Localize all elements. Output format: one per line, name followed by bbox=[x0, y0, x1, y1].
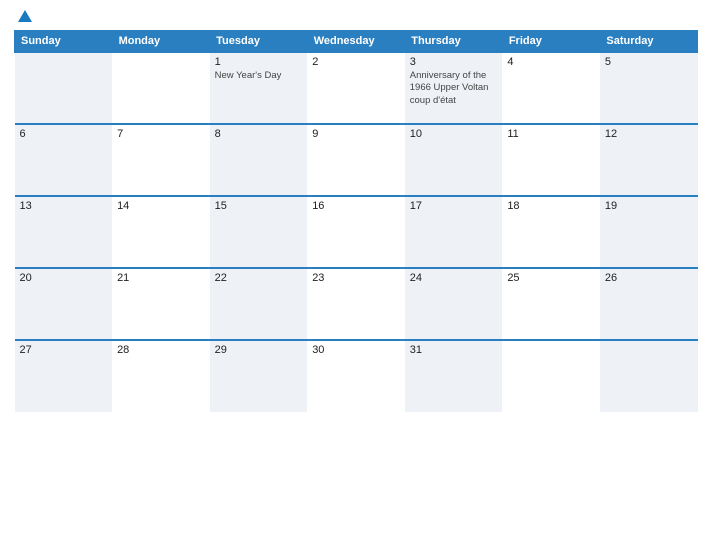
day-number: 21 bbox=[117, 272, 205, 284]
calendar-cell: 22 bbox=[210, 268, 308, 340]
day-number: 10 bbox=[410, 128, 498, 140]
day-number: 30 bbox=[312, 344, 400, 356]
day-number: 3 bbox=[410, 56, 498, 68]
day-number: 25 bbox=[507, 272, 595, 284]
calendar-cell bbox=[112, 52, 210, 124]
calendar-cell: 10 bbox=[405, 124, 503, 196]
day-number: 22 bbox=[215, 272, 303, 284]
calendar-cell: 20 bbox=[15, 268, 113, 340]
day-number: 2 bbox=[312, 56, 400, 68]
day-number: 24 bbox=[410, 272, 498, 284]
logo-blue-text bbox=[14, 10, 32, 22]
calendar-cell: 1 New Year's Day bbox=[210, 52, 308, 124]
calendar-cell: 29 bbox=[210, 340, 308, 412]
day-number: 1 bbox=[215, 56, 303, 68]
calendar-cell: 2 bbox=[307, 52, 405, 124]
day-number: 8 bbox=[215, 128, 303, 140]
calendar-cell: 27 bbox=[15, 340, 113, 412]
calendar-cell: 23 bbox=[307, 268, 405, 340]
day-number: 17 bbox=[410, 200, 498, 212]
weekday-header-thursday: Thursday bbox=[405, 31, 503, 53]
calendar-cell: 25 bbox=[502, 268, 600, 340]
weekday-header-monday: Monday bbox=[112, 31, 210, 53]
calendar-cell: 3 Anniversary of the 1966 Upper Voltan co… bbox=[405, 52, 503, 124]
day-number: 6 bbox=[20, 128, 108, 140]
calendar-cell: 16 bbox=[307, 196, 405, 268]
calendar-cell: 18 bbox=[502, 196, 600, 268]
calendar-week-row: 13 14 15 16 17 18 19 bbox=[15, 196, 698, 268]
calendar-cell: 28 bbox=[112, 340, 210, 412]
calendar-cell bbox=[15, 52, 113, 124]
logo bbox=[14, 10, 32, 22]
day-number: 14 bbox=[117, 200, 205, 212]
day-number: 16 bbox=[312, 200, 400, 212]
calendar-cell: 26 bbox=[600, 268, 698, 340]
day-number: 31 bbox=[410, 344, 498, 356]
weekday-header-sunday: Sunday bbox=[15, 31, 113, 53]
day-number: 11 bbox=[507, 128, 595, 140]
calendar-week-row: 27 28 29 30 31 bbox=[15, 340, 698, 412]
calendar-page: SundayMondayTuesdayWednesdayThursdayFrid… bbox=[0, 0, 712, 550]
day-number: 4 bbox=[507, 56, 595, 68]
calendar-cell: 15 bbox=[210, 196, 308, 268]
calendar-cell: 13 bbox=[15, 196, 113, 268]
calendar-cell: 5 bbox=[600, 52, 698, 124]
day-number: 19 bbox=[605, 200, 693, 212]
day-number: 27 bbox=[20, 344, 108, 356]
weekday-header-tuesday: Tuesday bbox=[210, 31, 308, 53]
calendar-cell: 4 bbox=[502, 52, 600, 124]
calendar-cell: 31 bbox=[405, 340, 503, 412]
day-number: 28 bbox=[117, 344, 205, 356]
calendar-week-row: 1 New Year's Day 23 Anniversary of the 1966… bbox=[15, 52, 698, 124]
calendar-cell: 24 bbox=[405, 268, 503, 340]
calendar-cell: 11 bbox=[502, 124, 600, 196]
day-number: 18 bbox=[507, 200, 595, 212]
day-number: 9 bbox=[312, 128, 400, 140]
calendar-cell: 12 bbox=[600, 124, 698, 196]
calendar-cell: 7 bbox=[112, 124, 210, 196]
logo-triangle-icon bbox=[18, 10, 32, 22]
calendar-cell bbox=[502, 340, 600, 412]
weekday-header-row: SundayMondayTuesdayWednesdayThursdayFrid… bbox=[15, 31, 698, 53]
day-number: 29 bbox=[215, 344, 303, 356]
day-number: 5 bbox=[605, 56, 693, 68]
calendar-cell: 21 bbox=[112, 268, 210, 340]
event-text: Anniversary of the 1966 Upper Voltan cou… bbox=[410, 70, 498, 107]
day-number: 26 bbox=[605, 272, 693, 284]
calendar-cell: 6 bbox=[15, 124, 113, 196]
calendar-cell: 14 bbox=[112, 196, 210, 268]
weekday-header-saturday: Saturday bbox=[600, 31, 698, 53]
day-number: 13 bbox=[20, 200, 108, 212]
calendar-header bbox=[14, 10, 698, 22]
day-number: 20 bbox=[20, 272, 108, 284]
day-number: 12 bbox=[605, 128, 693, 140]
calendar-cell bbox=[600, 340, 698, 412]
calendar-cell: 19 bbox=[600, 196, 698, 268]
day-number: 15 bbox=[215, 200, 303, 212]
weekday-header-wednesday: Wednesday bbox=[307, 31, 405, 53]
weekday-header-friday: Friday bbox=[502, 31, 600, 53]
calendar-table: SundayMondayTuesdayWednesdayThursdayFrid… bbox=[14, 30, 698, 412]
calendar-week-row: 20 21 22 23 24 25 26 bbox=[15, 268, 698, 340]
calendar-week-row: 6789 10 11 12 bbox=[15, 124, 698, 196]
calendar-cell: 8 bbox=[210, 124, 308, 196]
calendar-cell: 9 bbox=[307, 124, 405, 196]
calendar-cell: 17 bbox=[405, 196, 503, 268]
event-text: New Year's Day bbox=[215, 70, 303, 82]
day-number: 7 bbox=[117, 128, 205, 140]
day-number: 23 bbox=[312, 272, 400, 284]
calendar-cell: 30 bbox=[307, 340, 405, 412]
